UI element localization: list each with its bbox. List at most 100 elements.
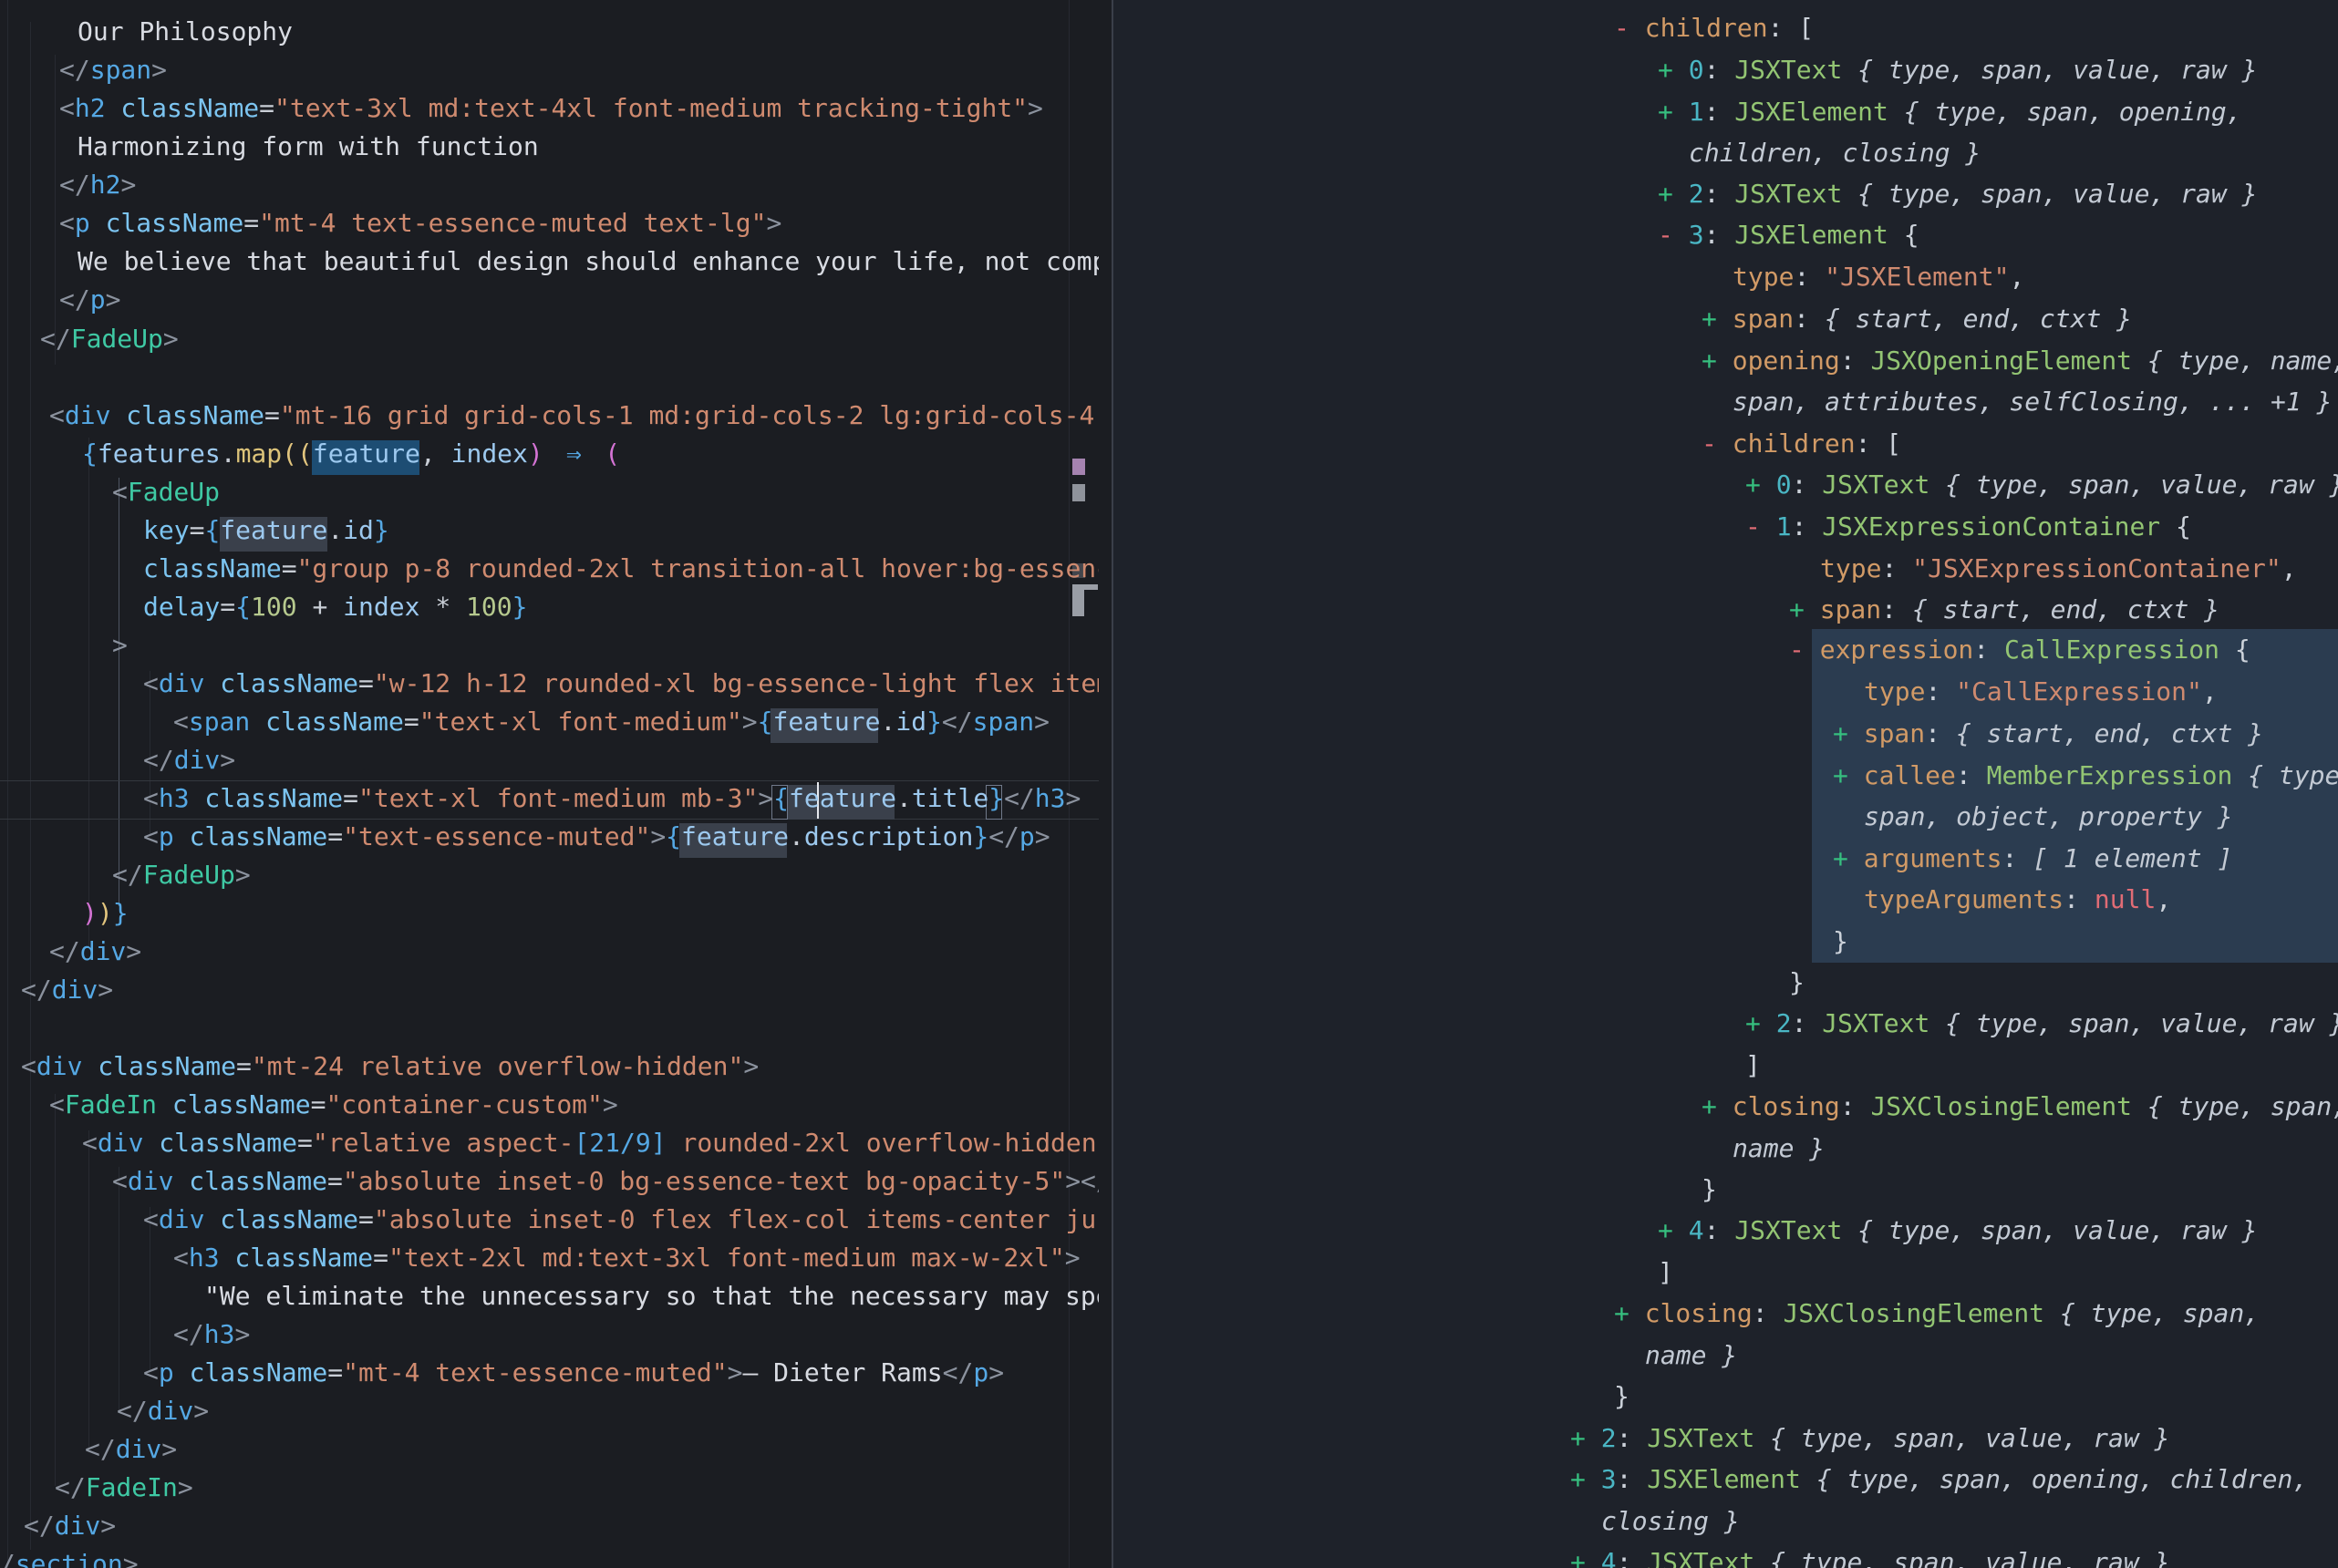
ast-key: span	[1820, 594, 1881, 624]
ast-colon: :	[1704, 179, 1735, 209]
ast-colon: ,	[2156, 884, 2171, 914]
ast-line[interactable]: name }	[1733, 1128, 1825, 1169]
ast-line[interactable]: + 2: JSXText { type, span, value, raw }	[1570, 1418, 2169, 1459]
ast-line[interactable]: + 3: JSXElement { type, span, opening, c…	[1570, 1459, 2308, 1500]
tree-expand-icon[interactable]: +	[1658, 55, 1689, 85]
tree-expand-icon[interactable]: +	[1745, 1008, 1776, 1038]
ast-key: type	[1820, 553, 1881, 583]
ast-colon: :	[1617, 1423, 1648, 1453]
ast-line[interactable]: }	[1833, 921, 1848, 962]
ast-field-preview: { start, end, ctxt }	[1956, 718, 2263, 748]
ast-key: type	[1864, 676, 1925, 707]
ast-bracket: [	[1886, 428, 1901, 459]
tree-expand-icon[interactable]: +	[1658, 97, 1689, 127]
ast-index: 2	[1689, 179, 1704, 209]
ast-line[interactable]: - 3: JSXElement {	[1658, 214, 1919, 255]
ast-line[interactable]: }	[1789, 962, 1805, 1003]
ast-line[interactable]: + 1: JSXElement { type, span, opening,	[1658, 91, 2242, 132]
ast-node-type: MemberExpression	[1987, 760, 2249, 790]
tree-expand-icon[interactable]: +	[1658, 179, 1689, 209]
tree-expand-icon[interactable]: +	[1702, 1091, 1733, 1121]
tree-expand-icon[interactable]: +	[1702, 346, 1733, 376]
ast-line[interactable]: + arguments: [ 1 element ]	[1833, 838, 2232, 879]
tree-collapse-icon[interactable]: -	[1745, 511, 1776, 542]
ast-line[interactable]: ]	[1658, 1252, 1673, 1293]
ast-colon: ,	[2202, 676, 2218, 707]
tree-expand-icon[interactable]: +	[1570, 1464, 1601, 1494]
ast-line[interactable]: ]	[1745, 1045, 1761, 1086]
tree-collapse-icon[interactable]: -	[1702, 428, 1733, 459]
ast-field-preview: { start, end, ctxt }	[1825, 304, 2132, 334]
ast-key: type	[1733, 262, 1794, 292]
ast-line[interactable]: - expression: CallExpression {	[1789, 629, 2250, 670]
ast-field-preview: { type, span, value, raw }	[1945, 1008, 2338, 1038]
ast-line[interactable]: + 0: JSXText { type, span, value, raw }	[1658, 49, 2257, 90]
tree-expand-icon[interactable]: +	[1833, 718, 1864, 748]
tree-expand-icon[interactable]: +	[1833, 760, 1864, 790]
tree-expand-icon[interactable]: +	[1570, 1547, 1601, 1568]
ast-line[interactable]: span, attributes, selfClosing, ... +1 }	[1733, 381, 2332, 422]
ast-line[interactable]: + 2: JSXText { type, span, value, raw }	[1658, 173, 2257, 214]
ast-line[interactable]: type: "JSXExpressionContainer",	[1820, 548, 2297, 589]
ast-line[interactable]: + closing: JSXClosingElement { type, spa…	[1614, 1293, 2260, 1334]
ast-line[interactable]: type: "JSXElement",	[1733, 256, 2024, 297]
ast-line[interactable]: closing }	[1601, 1501, 1740, 1542]
ast-index: 3	[1601, 1464, 1617, 1494]
ast-field-preview: { type, span,	[2060, 1298, 2260, 1328]
ast-node-type: JSXText	[1647, 1547, 1770, 1568]
ast-line[interactable]: - children: [	[1614, 7, 1814, 48]
ast-line[interactable]: + span: { start, end, ctxt }	[1789, 589, 2219, 630]
ast-line[interactable]: + 4: JSXText { type, span, value, raw }	[1658, 1210, 2257, 1251]
ast-node-type: JSXClosingElement	[1870, 1091, 2147, 1121]
ast-field-preview: { type, span, value, raw }	[1857, 179, 2257, 209]
ast-line[interactable]: }	[1702, 1169, 1717, 1210]
ast-node-type: JSXOpeningElement	[1870, 346, 2147, 376]
ast-colon: :	[1704, 1215, 1735, 1245]
ast-line[interactable]: + closing: JSXClosingElement { type, spa…	[1702, 1086, 2338, 1127]
ast-line[interactable]: type: "CallExpression",	[1864, 671, 2218, 712]
ast-field-preview: name }	[1733, 1133, 1825, 1163]
ast-line[interactable]: + 4: JSXText { type, span, value, raw }	[1570, 1542, 2169, 1568]
tree-expand-icon[interactable]: +	[1614, 1298, 1645, 1328]
ast-field-preview: { type, span, value, raw }	[1857, 1215, 2257, 1245]
ast-line[interactable]: - 1: JSXExpressionContainer {	[1745, 506, 2191, 547]
ast-colon: :	[1881, 594, 1912, 624]
ast-tree-pane[interactable]: - children: [+ 0: JSXText { type, span, …	[0, 0, 2338, 1568]
ast-line[interactable]: name }	[1645, 1335, 1737, 1376]
ast-colon: :	[1840, 346, 1871, 376]
ast-colon: :	[1925, 676, 1956, 707]
ast-line[interactable]: typeArguments: null,	[1864, 879, 2171, 920]
ast-line[interactable]: + span: { start, end, ctxt }	[1833, 713, 2263, 754]
ast-bracket: {	[2235, 634, 2250, 665]
ast-line[interactable]: + 2: JSXText { type, span, value, raw }	[1745, 1003, 2338, 1044]
ast-bracket: {	[2176, 511, 2191, 542]
tree-collapse-icon[interactable]: -	[1789, 634, 1820, 665]
ast-field-preview: { type, span, opening, children,	[1816, 1464, 2308, 1494]
ast-key: closing	[1645, 1298, 1753, 1328]
ast-colon: :	[1956, 760, 1987, 790]
ast-node-type: JSXExpressionContainer	[1822, 511, 2176, 542]
ast-key: callee	[1864, 760, 1956, 790]
tree-collapse-icon[interactable]: -	[1614, 13, 1645, 43]
ast-line[interactable]: + span: { start, end, ctxt }	[1702, 298, 2132, 339]
tree-collapse-icon[interactable]: -	[1658, 220, 1689, 250]
tree-expand-icon[interactable]: +	[1570, 1423, 1601, 1453]
ast-index: 0	[1776, 469, 1792, 500]
tree-expand-icon[interactable]: +	[1833, 843, 1864, 873]
tree-expand-icon[interactable]: +	[1789, 594, 1820, 624]
ast-bracket: [	[1798, 13, 1814, 43]
tree-expand-icon[interactable]: +	[1702, 304, 1733, 334]
tree-expand-icon[interactable]: +	[1745, 469, 1776, 500]
ast-line[interactable]: }	[1614, 1376, 1629, 1417]
ast-line[interactable]: + callee: MemberExpression { type,	[1833, 755, 2338, 796]
ast-node-type: JSXElement	[1734, 220, 1903, 250]
ast-key: closing	[1733, 1091, 1840, 1121]
ast-line[interactable]: - children: [	[1702, 423, 1901, 464]
ast-line[interactable]: + 0: JSXText { type, span, value, raw }	[1745, 464, 2338, 505]
ast-node-type: JSXText	[1734, 179, 1857, 209]
ast-line[interactable]: + opening: JSXOpeningElement { type, nam…	[1702, 340, 2338, 381]
tree-expand-icon[interactable]: +	[1658, 1215, 1689, 1245]
ast-line[interactable]: children, closing }	[1689, 132, 1981, 173]
ast-line[interactable]: span, object, property }	[1864, 796, 2233, 837]
ast-key: arguments	[1864, 843, 2002, 873]
